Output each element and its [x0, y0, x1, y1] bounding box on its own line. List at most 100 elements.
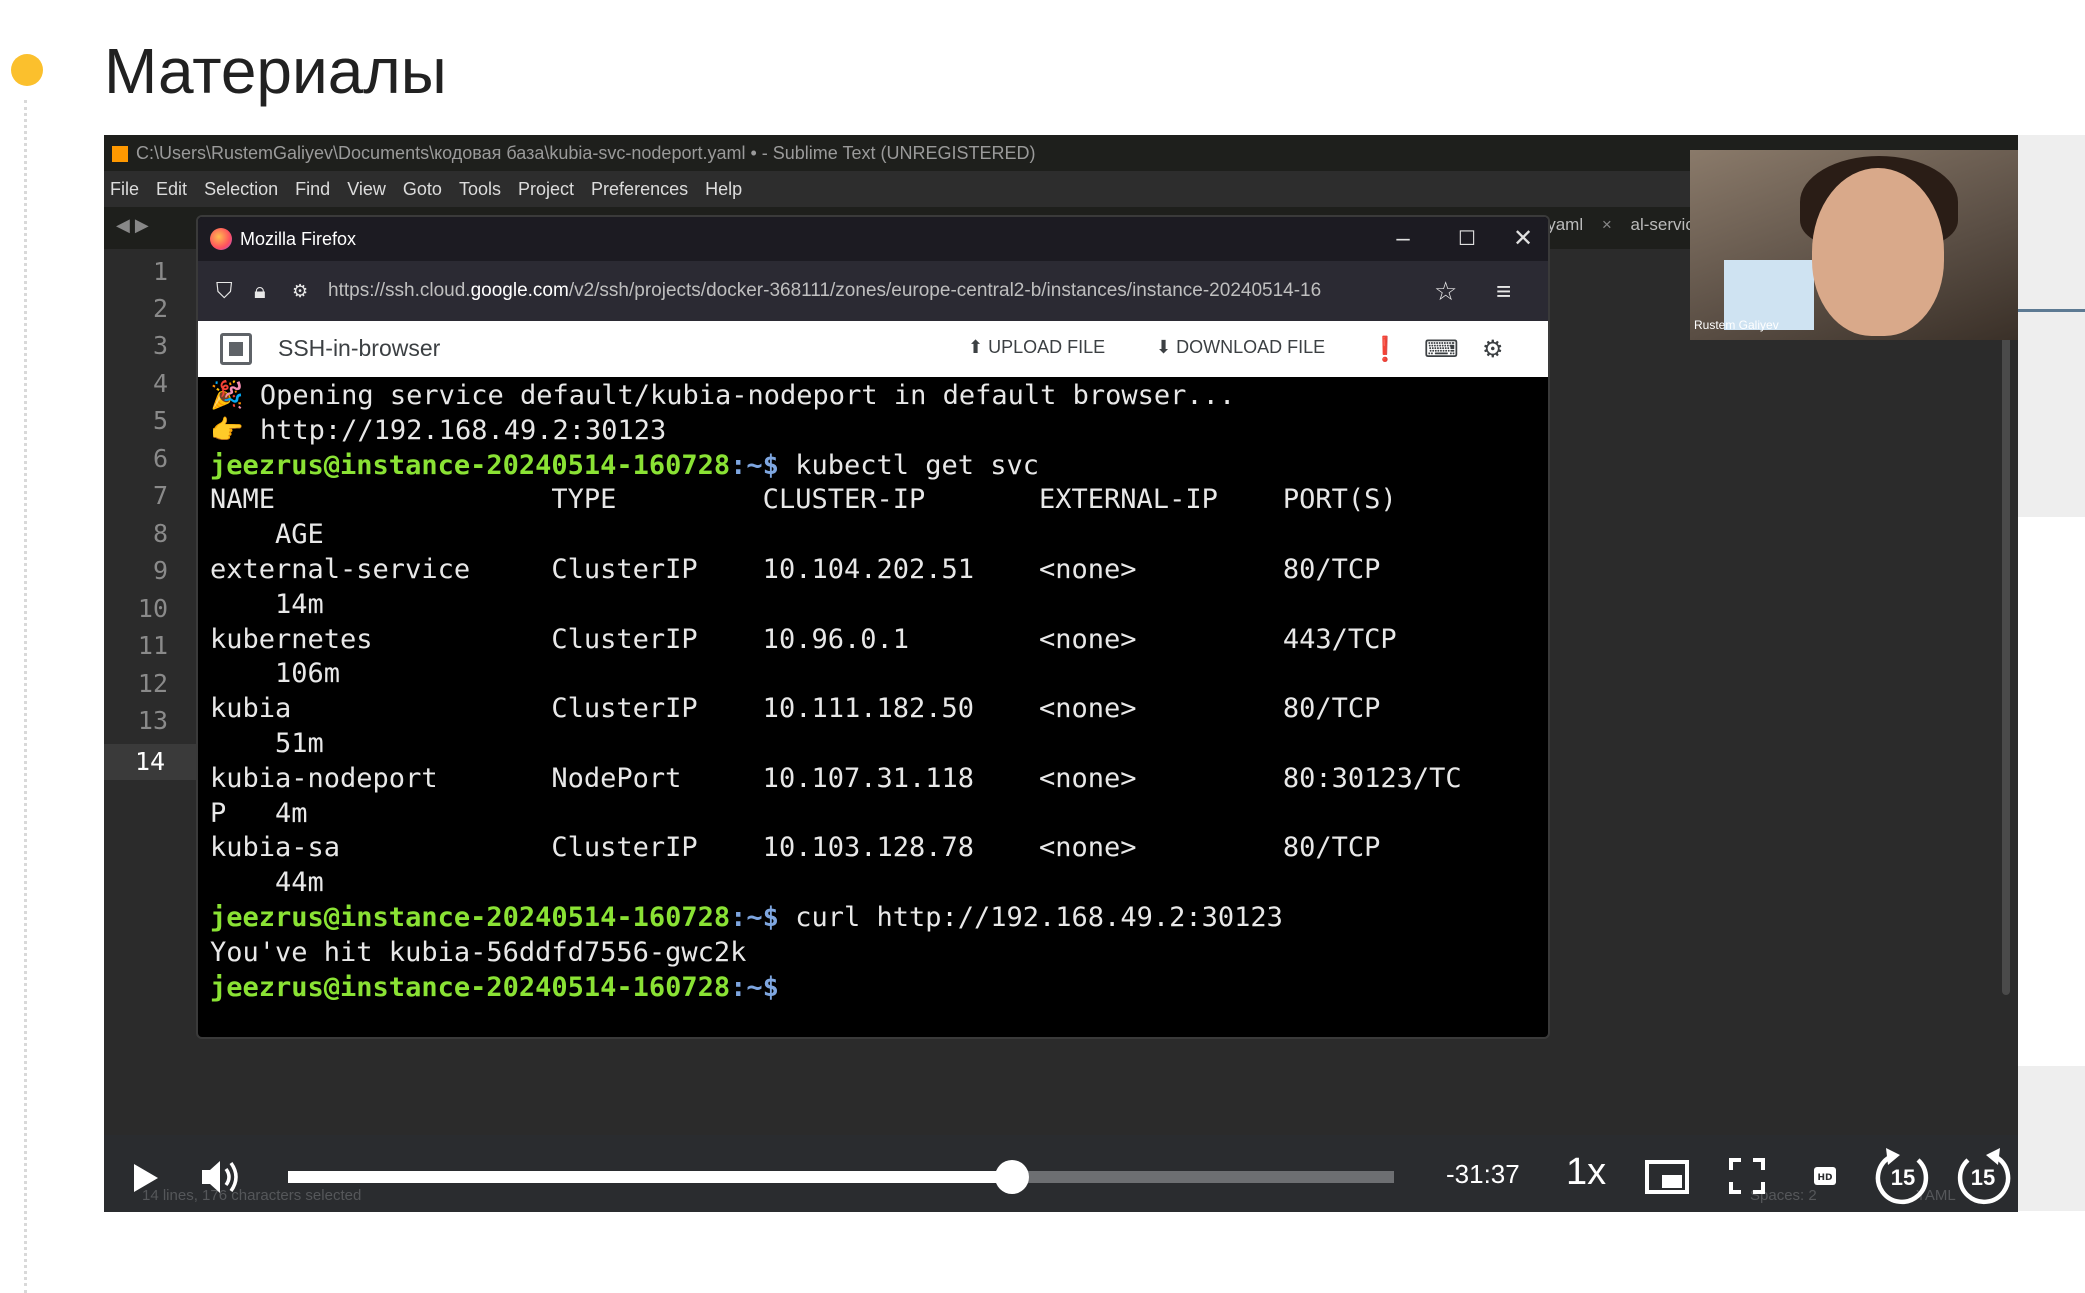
table-header: NAME TYPE CLUSTER-IP EXTERNAL-IP PORT(S)	[210, 484, 1397, 516]
table-row-wrap: P 4m	[210, 797, 308, 829]
close-button[interactable]: ✕	[1498, 217, 1548, 261]
dotted-divider	[24, 100, 27, 1293]
sublime-tab-yaml[interactable]: s.yaml × al-servic	[1534, 215, 1694, 235]
url-domain: google.com	[470, 280, 569, 301]
upload-file-button[interactable]: ⬆ UPLOAD FILE	[968, 337, 1105, 358]
volume-icon[interactable]	[200, 1157, 244, 1197]
menu-view[interactable]: View	[347, 179, 386, 199]
prompt-sep: :~$	[730, 449, 779, 481]
shield-icon[interactable]: ⛉	[216, 261, 233, 321]
maximize-button[interactable]: ☐	[1442, 217, 1492, 261]
terminal-prompt-line: jeezrus@instance-20240514-160728:~$ curl…	[210, 901, 1540, 936]
settings-gear-icon[interactable]: ⚙	[1482, 335, 1504, 364]
command: curl http://192.168.49.2:30123	[778, 901, 1283, 933]
webcam-name-label: Rustem Galiyev	[1694, 318, 1779, 332]
line-number: 2	[152, 294, 168, 323]
line-number: 4	[152, 369, 168, 398]
menu-help[interactable]: Help	[705, 179, 742, 199]
lock-icon[interactable]: 🔒︎	[254, 261, 266, 321]
hamburger-menu-icon[interactable]: ≡	[1496, 261, 1511, 321]
firefox-logo-icon	[210, 228, 232, 250]
table-row: external-service ClusterIP 10.104.202.51…	[210, 553, 1381, 585]
current-line-number: 14	[104, 744, 196, 780]
prompt-user: jeezrus@instance-20240514-160728	[210, 901, 731, 933]
line-number: 5	[152, 406, 168, 435]
command: kubectl get svc	[778, 449, 1040, 481]
table-row-wrap: 14m	[210, 588, 324, 620]
menu-goto[interactable]: Goto	[403, 179, 442, 199]
menu-edit[interactable]: Edit	[156, 179, 187, 199]
table-row: kubernetes ClusterIP 10.96.0.1 <none> 44…	[210, 623, 1397, 655]
webcam-person-face	[1812, 168, 1944, 336]
line-number: 12	[137, 669, 168, 698]
slide-title: Материалы	[104, 35, 447, 107]
download-icon: ⬇	[1156, 337, 1177, 357]
permissions-icon[interactable]: ⚙︎	[292, 261, 308, 321]
terminal-line: 👉 http://192.168.49.2:30123	[210, 414, 667, 446]
feedback-icon[interactable]: ❗	[1370, 335, 1400, 364]
bullet-dot	[11, 54, 43, 86]
table-row-wrap: 44m	[210, 867, 324, 899]
picture-in-picture-icon[interactable]	[1644, 1157, 1690, 1197]
progress-played	[288, 1171, 1012, 1183]
prompt-user: jeezrus@instance-20240514-160728	[210, 971, 731, 1003]
webcam-overlay: Rustem Galiyev	[1690, 150, 2018, 340]
download-file-button[interactable]: ⬇ DOWNLOAD FILE	[1156, 337, 1325, 358]
ssh-toolbar: SSH-in-browser ⬆ UPLOAD FILE ⬇ DOWNLOAD …	[198, 321, 1548, 377]
playback-speed-button[interactable]: 1x	[1566, 1151, 1606, 1194]
play-icon[interactable]	[130, 1161, 162, 1195]
hd-quality-icon[interactable]: HD	[1812, 1163, 1838, 1189]
bookmark-star-icon[interactable]: ☆	[1434, 261, 1457, 321]
tab-nav-arrows-icon[interactable]: ◀ ▶	[116, 215, 149, 236]
firefox-window: Mozilla Firefox – ☐ ✕ ⛉ 🔒︎ ⚙︎ https://ss…	[196, 215, 1550, 1039]
table-row-wrap: 51m	[210, 727, 324, 759]
tab-label-2: al-servic	[1630, 215, 1694, 234]
line-number: 7	[152, 481, 168, 510]
url-text[interactable]: https://ssh.cloud.google.com/v2/ssh/proj…	[328, 261, 1358, 321]
line-number: 11	[137, 631, 168, 660]
video-player[interactable]: C:\Users\RustemGaliyev\Documents\кодовая…	[104, 135, 2018, 1212]
progress-scrubber-handle[interactable]	[995, 1160, 1029, 1194]
line-number: 10	[137, 594, 168, 623]
skip-back-button[interactable]: 15	[1874, 1145, 1932, 1207]
upload-icon: ⬆	[968, 337, 989, 357]
next-slide-preview-line	[2018, 309, 2085, 312]
menu-find[interactable]: Find	[295, 179, 330, 199]
terminal-output[interactable]: 🎉 Opening service default/kubia-nodeport…	[210, 379, 1540, 1029]
prompt-sep: :~$	[730, 971, 779, 1003]
tab-close-icon[interactable]: ×	[1602, 215, 1612, 234]
table-header-wrap: AGE	[210, 519, 324, 551]
line-number-gutter: 1 2 3 4 5 6 7 8 9 10 11 12 13 14	[104, 249, 196, 1169]
terminal-prompt-line: jeezrus@instance-20240514-160728:~$ kube…	[210, 449, 1540, 484]
fullscreen-icon[interactable]	[1728, 1157, 1766, 1195]
menu-project[interactable]: Project	[518, 179, 574, 199]
table-row: kubia ClusterIP 10.111.182.50 <none> 80/…	[210, 693, 1381, 725]
time-remaining: -31:37	[1446, 1159, 1520, 1189]
menu-file[interactable]: File	[110, 179, 139, 199]
line-number: 1	[152, 257, 168, 286]
terminal-prompt-line: jeezrus@instance-20240514-160728:~$	[210, 971, 1540, 1006]
line-number: 8	[152, 519, 168, 548]
skip-back-seconds: 15	[1890, 1165, 1916, 1190]
table-row: kubia-nodeport NodePort 10.107.31.118 <n…	[210, 762, 1462, 794]
keyboard-icon[interactable]: ⌨	[1424, 335, 1459, 364]
terminal-line: 🎉 Opening service default/kubia-nodeport…	[210, 380, 1236, 411]
url-prefix: https://ssh.cloud.	[328, 280, 471, 301]
firefox-urlbar[interactable]: ⛉ 🔒︎ ⚙︎ https://ssh.cloud.google.com/v2/…	[198, 261, 1548, 321]
next-slide-preview-lower	[2018, 1066, 2085, 1211]
terminal-line: You've hit kubia-56ddfd7556-gwc2k	[210, 936, 747, 968]
ssh-app-name: SSH-in-browser	[278, 335, 441, 361]
skip-forward-button[interactable]: 15	[1954, 1145, 2012, 1207]
line-number: 13	[137, 706, 168, 735]
prompt-sep: :~$	[730, 901, 779, 933]
url-path: /v2/ssh/projects/docker-368111/zones/eur…	[568, 280, 1322, 301]
minimize-button[interactable]: –	[1378, 217, 1428, 261]
editor-scrollbar[interactable]	[2002, 335, 2010, 995]
menu-selection[interactable]: Selection	[204, 179, 278, 199]
chip-icon	[220, 333, 252, 365]
prompt-user: jeezrus@instance-20240514-160728	[210, 449, 731, 481]
sublime-window-title: C:\Users\RustemGaliyev\Documents\кодовая…	[136, 143, 1036, 163]
next-slide-preview	[2018, 135, 2085, 517]
menu-tools[interactable]: Tools	[459, 179, 501, 199]
menu-preferences[interactable]: Preferences	[591, 179, 688, 199]
